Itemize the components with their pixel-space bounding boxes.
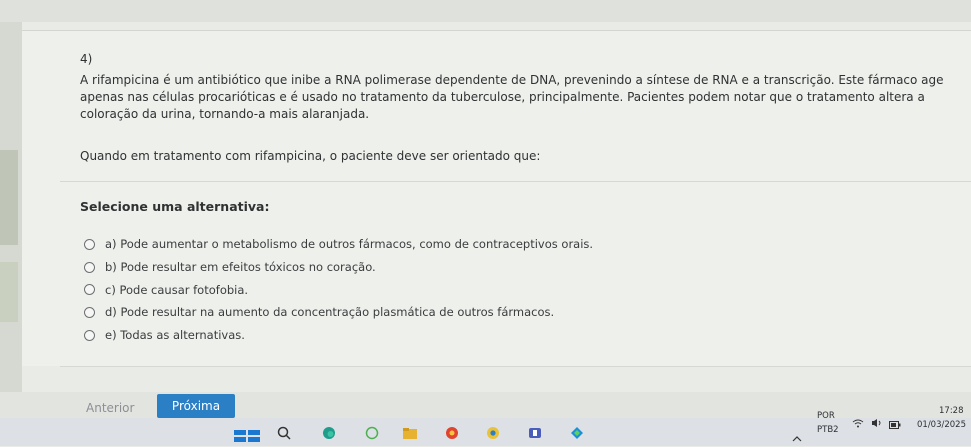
option-label: a) Pode aumentar o metabolismo de outros… <box>105 237 594 252</box>
keyboard-layout-indicator[interactable]: PTB2 <box>817 425 839 435</box>
radio-button[interactable] <box>84 284 95 296</box>
left-margin-strip <box>0 150 18 245</box>
option-b[interactable]: b) Pode resultar em efeitos tóxicos no c… <box>84 256 593 279</box>
divider <box>60 366 971 367</box>
option-label: d) Pode resultar na aumento da concentra… <box>105 305 555 320</box>
radio-button[interactable] <box>84 238 95 250</box>
edge-browser-icon[interactable] <box>322 425 336 439</box>
chrome-icon[interactable] <box>486 425 500 439</box>
wifi-icon[interactable] <box>852 413 864 428</box>
battery-icon[interactable] <box>889 414 901 429</box>
left-margin-strip <box>0 262 18 322</box>
whatsapp-icon[interactable] <box>365 425 379 440</box>
divider <box>60 181 971 182</box>
question-number: 4) <box>80 52 93 66</box>
option-a[interactable]: a) Pode aumentar o metabolismo de outros… <box>84 233 593 256</box>
language-indicator[interactable]: POR <box>817 411 835 421</box>
options-list: a) Pode aumentar o metabolismo de outros… <box>84 233 593 346</box>
windows-start-icon[interactable] <box>234 427 260 442</box>
question-paragraph: A rifampicina é um antibiótico que inibe… <box>80 73 944 121</box>
option-label: e) Todas as alternativas. <box>105 328 245 343</box>
question-prompt: Quando em tratamento com rifampicina, o … <box>80 149 541 163</box>
teams-icon[interactable] <box>528 425 542 439</box>
chevron-up-icon[interactable] <box>792 428 802 442</box>
option-c[interactable]: c) Pode causar fotofobia. <box>84 278 593 301</box>
search-icon[interactable] <box>277 425 291 440</box>
file-explorer-icon[interactable] <box>403 425 417 439</box>
radio-button[interactable] <box>84 329 95 341</box>
photos-app-icon[interactable] <box>570 425 584 439</box>
radio-button[interactable] <box>84 306 95 318</box>
option-label: b) Pode resultar em efeitos tóxicos no c… <box>105 260 376 275</box>
store-app-icon[interactable] <box>445 425 459 439</box>
previous-button[interactable]: Anterior <box>86 401 134 415</box>
volume-icon[interactable] <box>871 413 883 427</box>
page-top-bar <box>0 0 971 22</box>
next-button[interactable]: Próxima <box>157 394 235 418</box>
select-label: Selecione uma alternativa: <box>80 199 270 214</box>
option-d[interactable]: d) Pode resultar na aumento da concentra… <box>84 301 593 324</box>
option-e[interactable]: e) Todas as alternativas. <box>84 324 593 347</box>
option-label: c) Pode causar fotofobia. <box>105 282 249 297</box>
radio-button[interactable] <box>84 261 95 273</box>
clock-date[interactable]: 01/03/2025 <box>917 420 966 430</box>
clock-time[interactable]: 17:28 <box>939 406 964 416</box>
